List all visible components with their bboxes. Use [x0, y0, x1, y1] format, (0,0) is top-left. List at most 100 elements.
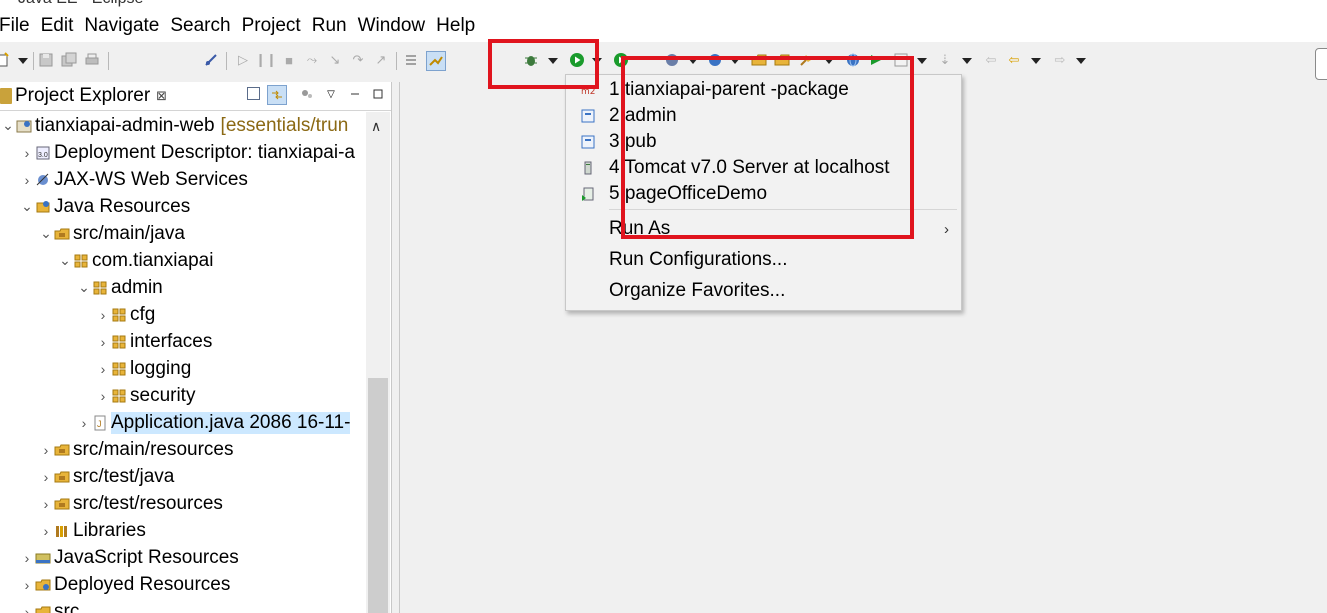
javascript-resources-icon — [35, 550, 51, 566]
menu-search[interactable]: Search — [170, 10, 241, 42]
collapsed-twisty-icon[interactable]: › — [19, 577, 35, 593]
collapsed-twisty-icon[interactable]: › — [95, 361, 111, 377]
tree-item[interactable]: › JavaScript Resources — [0, 544, 366, 571]
toggle-mark-occurrences-icon[interactable] — [426, 51, 446, 71]
tree-item-label: cfg — [130, 303, 156, 325]
svg-text:J: J — [97, 419, 102, 429]
next-annotation-icon[interactable]: ⇣ — [937, 52, 953, 68]
tree-item[interactable]: › JAX-WS Web Services — [0, 166, 366, 193]
tree-item-label: admin — [111, 276, 163, 298]
new-wizard-icon[interactable] — [0, 52, 10, 68]
task-list-icon[interactable] — [403, 52, 419, 68]
scrollbar-thumb[interactable] — [368, 378, 388, 613]
tree-item[interactable]: › cfg — [0, 301, 366, 328]
tree-item[interactable]: ⌄ tianxiapai-admin-web [essentials/trun — [0, 112, 366, 139]
tree-item[interactable]: › Deployed Resources — [0, 571, 366, 598]
menu-navigate[interactable]: Navigate — [84, 10, 170, 42]
skip-breakpoints-icon[interactable] — [203, 52, 219, 68]
expanded-twisty-icon[interactable]: ⌄ — [38, 225, 54, 242]
step-into-icon: ↘ — [329, 52, 341, 67]
menu-run[interactable]: Run — [312, 10, 358, 42]
expanded-twisty-icon[interactable]: ⌄ — [0, 117, 16, 134]
menu-project[interactable]: Project — [242, 10, 312, 42]
collapsed-twisty-icon[interactable]: › — [38, 523, 54, 539]
package-icon — [111, 334, 127, 350]
collapsed-twisty-icon[interactable]: › — [95, 307, 111, 323]
collapsed-twisty-icon[interactable]: › — [38, 469, 54, 485]
run-configurations-item[interactable]: Run Configurations... — [566, 247, 961, 273]
deployment-descriptor-icon: 3.0 — [35, 145, 51, 161]
expanded-twisty-icon[interactable]: ⌄ — [57, 252, 73, 269]
tree-item[interactable]: › interfaces — [0, 328, 366, 355]
quick-access-field[interactable] — [1315, 48, 1327, 80]
source-folder-icon — [54, 496, 70, 512]
back-dropdown-arrow-icon[interactable] — [1031, 58, 1041, 64]
organize-favorites-item[interactable]: Organize Favorites... — [566, 278, 961, 304]
submenu-arrow-icon: › — [944, 220, 949, 238]
link-with-editor-icon[interactable] — [267, 85, 287, 105]
tree-item[interactable]: › logging — [0, 355, 366, 382]
tree-item[interactable]: › security — [0, 382, 366, 409]
annotation-dropdown-arrow-icon[interactable] — [917, 58, 927, 64]
forward-dropdown-arrow-icon[interactable] — [1076, 58, 1086, 64]
new-dropdown-arrow-icon[interactable] — [18, 58, 28, 64]
tab-label: Project Explorer — [15, 85, 151, 106]
package-icon — [111, 388, 127, 404]
tree-item[interactable]: › src — [0, 598, 366, 613]
collapsed-twisty-icon[interactable]: › — [38, 442, 54, 458]
collapsed-twisty-icon[interactable]: › — [19, 145, 35, 161]
package-icon — [111, 307, 127, 323]
maximize-view-icon[interactable] — [371, 87, 385, 101]
java-app-launch-icon — [581, 187, 595, 201]
toolbar-separator — [33, 52, 34, 70]
back-icon[interactable]: ⇦ — [1006, 52, 1022, 68]
collapsed-twisty-icon[interactable]: › — [19, 604, 35, 613]
tree-item-label: src/test/java — [73, 465, 175, 487]
package-icon — [73, 253, 89, 269]
toolbar-separator — [396, 52, 397, 70]
expanded-twisty-icon[interactable]: ⌄ — [76, 279, 92, 296]
tab-project-explorer[interactable]: Project Explorer ⊠ — [0, 84, 167, 108]
tree-item[interactable]: ⌄ admin — [0, 274, 366, 301]
tree-item[interactable]: › Libraries — [0, 517, 366, 544]
tree-item[interactable]: › src/test/java — [0, 463, 366, 490]
tree-item[interactable]: › 3.0 Deployment Descriptor: tianxiapai-a — [0, 139, 366, 166]
save-icon[interactable] — [38, 52, 54, 68]
menu-file[interactable]: File — [0, 10, 41, 42]
folder-icon — [35, 604, 51, 613]
forward-icon[interactable]: ⇨ — [1052, 52, 1068, 68]
menu-edit[interactable]: Edit — [41, 10, 85, 42]
tree-item[interactable]: › J Application.java 2086 16-11- — [0, 409, 366, 436]
tree-item-label: Deployed Resources — [54, 573, 231, 595]
tree-item[interactable]: › src/test/resources — [0, 490, 366, 517]
tree-item[interactable]: ⌄ com.tianxiapai — [0, 247, 366, 274]
tree-item[interactable]: ⌄ src/main/java — [0, 220, 366, 247]
collapsed-twisty-icon[interactable]: › — [19, 172, 35, 188]
save-all-icon[interactable] — [61, 52, 77, 68]
view-dropdown-icon[interactable]: ▽ — [324, 87, 338, 101]
explorer-scrollbar[interactable]: ∧ — [366, 112, 390, 613]
collapse-all-icon[interactable] — [247, 87, 260, 100]
highlight-box-run-button — [488, 39, 599, 89]
collapsed-twisty-icon[interactable]: › — [38, 496, 54, 512]
tree-item-label: src/main/java — [73, 222, 185, 244]
tree-item-label: logging — [130, 357, 192, 379]
menu-window[interactable]: Window — [358, 10, 437, 42]
view-menu-icon[interactable] — [300, 87, 314, 101]
expanded-twisty-icon[interactable]: ⌄ — [19, 198, 35, 215]
close-view-icon[interactable]: ⊠ — [156, 88, 167, 104]
collapsed-twisty-icon[interactable]: › — [95, 334, 111, 350]
tree-item-label: security — [130, 384, 196, 406]
tree-item[interactable]: ⌄ Java Resources — [0, 193, 366, 220]
toolbar-separator — [108, 52, 109, 70]
tree-item[interactable]: › src/main/resources — [0, 436, 366, 463]
collapsed-twisty-icon[interactable]: › — [19, 550, 35, 566]
next-annotation-dropdown-arrow-icon[interactable] — [962, 58, 972, 64]
menu-help[interactable]: Help — [436, 10, 486, 42]
print-icon[interactable] — [84, 52, 100, 68]
scroll-up-icon[interactable]: ∧ — [371, 118, 381, 135]
collapsed-twisty-icon[interactable]: › — [95, 388, 111, 404]
last-edit-location-icon[interactable]: ⇦ — [983, 52, 999, 68]
collapsed-twisty-icon[interactable]: › — [76, 415, 92, 431]
minimize-view-icon[interactable] — [348, 87, 362, 101]
